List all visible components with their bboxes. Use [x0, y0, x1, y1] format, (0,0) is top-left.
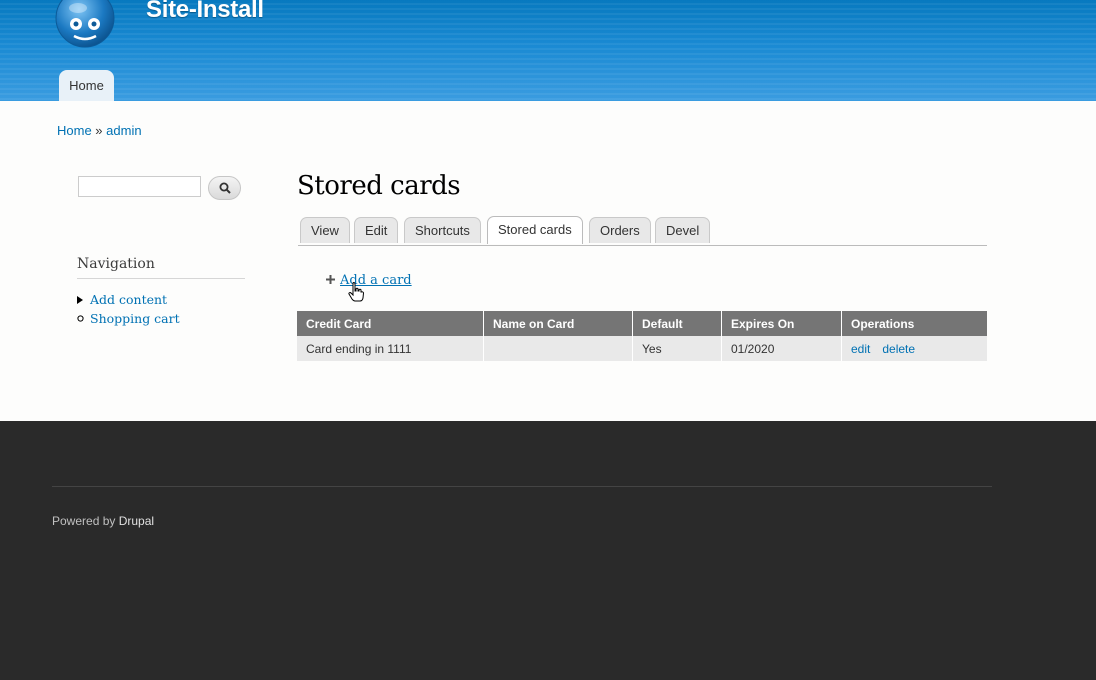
search-input[interactable]: [78, 176, 201, 197]
navigation-block-title: Navigation: [77, 256, 245, 279]
column-header-operations: Operations: [841, 311, 987, 336]
nav-item-shopping-cart[interactable]: Shopping cart: [77, 311, 180, 326]
footer-powered-by: Powered by Drupal: [52, 514, 154, 528]
footer-divider: [52, 486, 992, 487]
breadcrumb-admin-link[interactable]: admin: [106, 123, 141, 138]
site-name[interactable]: Site-Install: [146, 0, 264, 24]
local-tabs: View Edit Shortcuts Stored cards Orders …: [298, 216, 987, 246]
tab-shortcuts[interactable]: Shortcuts: [404, 217, 481, 243]
breadcrumb: Home » admin: [57, 123, 142, 138]
page-title: Stored cards: [297, 171, 461, 201]
nav-item-label: Shopping cart: [90, 311, 180, 326]
tab-devel[interactable]: Devel: [655, 217, 711, 243]
nav-item-label: Add content: [90, 292, 168, 307]
column-header-default[interactable]: Default: [632, 311, 722, 336]
tab-orders[interactable]: Orders: [589, 217, 651, 243]
triangle-right-icon: [77, 296, 83, 304]
main-menu-home-tab[interactable]: Home: [59, 70, 114, 101]
add-card-link[interactable]: Add a card: [326, 273, 412, 288]
circle-bullet-icon: [77, 315, 84, 322]
delete-card-link[interactable]: delete: [882, 342, 915, 356]
search-button[interactable]: [208, 176, 241, 200]
cell-name-on-card: [483, 336, 633, 361]
plus-icon: [326, 275, 335, 284]
table-row: Card ending in 1111 Yes 01/2020 edit dele…: [297, 336, 987, 361]
tab-view[interactable]: View: [300, 217, 350, 243]
breadcrumb-separator: »: [91, 123, 107, 138]
cell-expires-on: 01/2020: [721, 336, 842, 361]
page-content: Home » admin Navigation Add content Shop…: [0, 101, 1096, 421]
site-header: Site-Install Home: [0, 0, 1096, 101]
tab-edit[interactable]: Edit: [354, 217, 399, 243]
hand-pointer-cursor-icon: [348, 282, 364, 302]
stored-cards-table: Credit Card Name on Card Default Expires…: [297, 311, 987, 361]
search-icon: [219, 182, 231, 194]
table-header-row: Credit Card Name on Card Default Expires…: [297, 311, 987, 336]
column-header-expires-on[interactable]: Expires On: [721, 311, 842, 336]
tab-stored-cards[interactable]: Stored cards: [487, 216, 583, 244]
drupal-link[interactable]: Drupal: [119, 514, 154, 528]
powered-by-text: Powered by: [52, 514, 119, 528]
drupal-drop-icon[interactable]: [52, 0, 118, 48]
cell-operations: edit delete: [841, 336, 987, 361]
edit-card-link[interactable]: edit: [851, 342, 870, 356]
column-header-credit-card[interactable]: Credit Card: [297, 311, 484, 336]
cell-credit-card: Card ending in 1111: [297, 336, 484, 361]
nav-item-add-content[interactable]: Add content: [77, 292, 167, 307]
column-header-name-on-card[interactable]: Name on Card: [483, 311, 633, 336]
breadcrumb-home-link[interactable]: Home: [57, 123, 92, 138]
cell-default: Yes: [632, 336, 722, 361]
